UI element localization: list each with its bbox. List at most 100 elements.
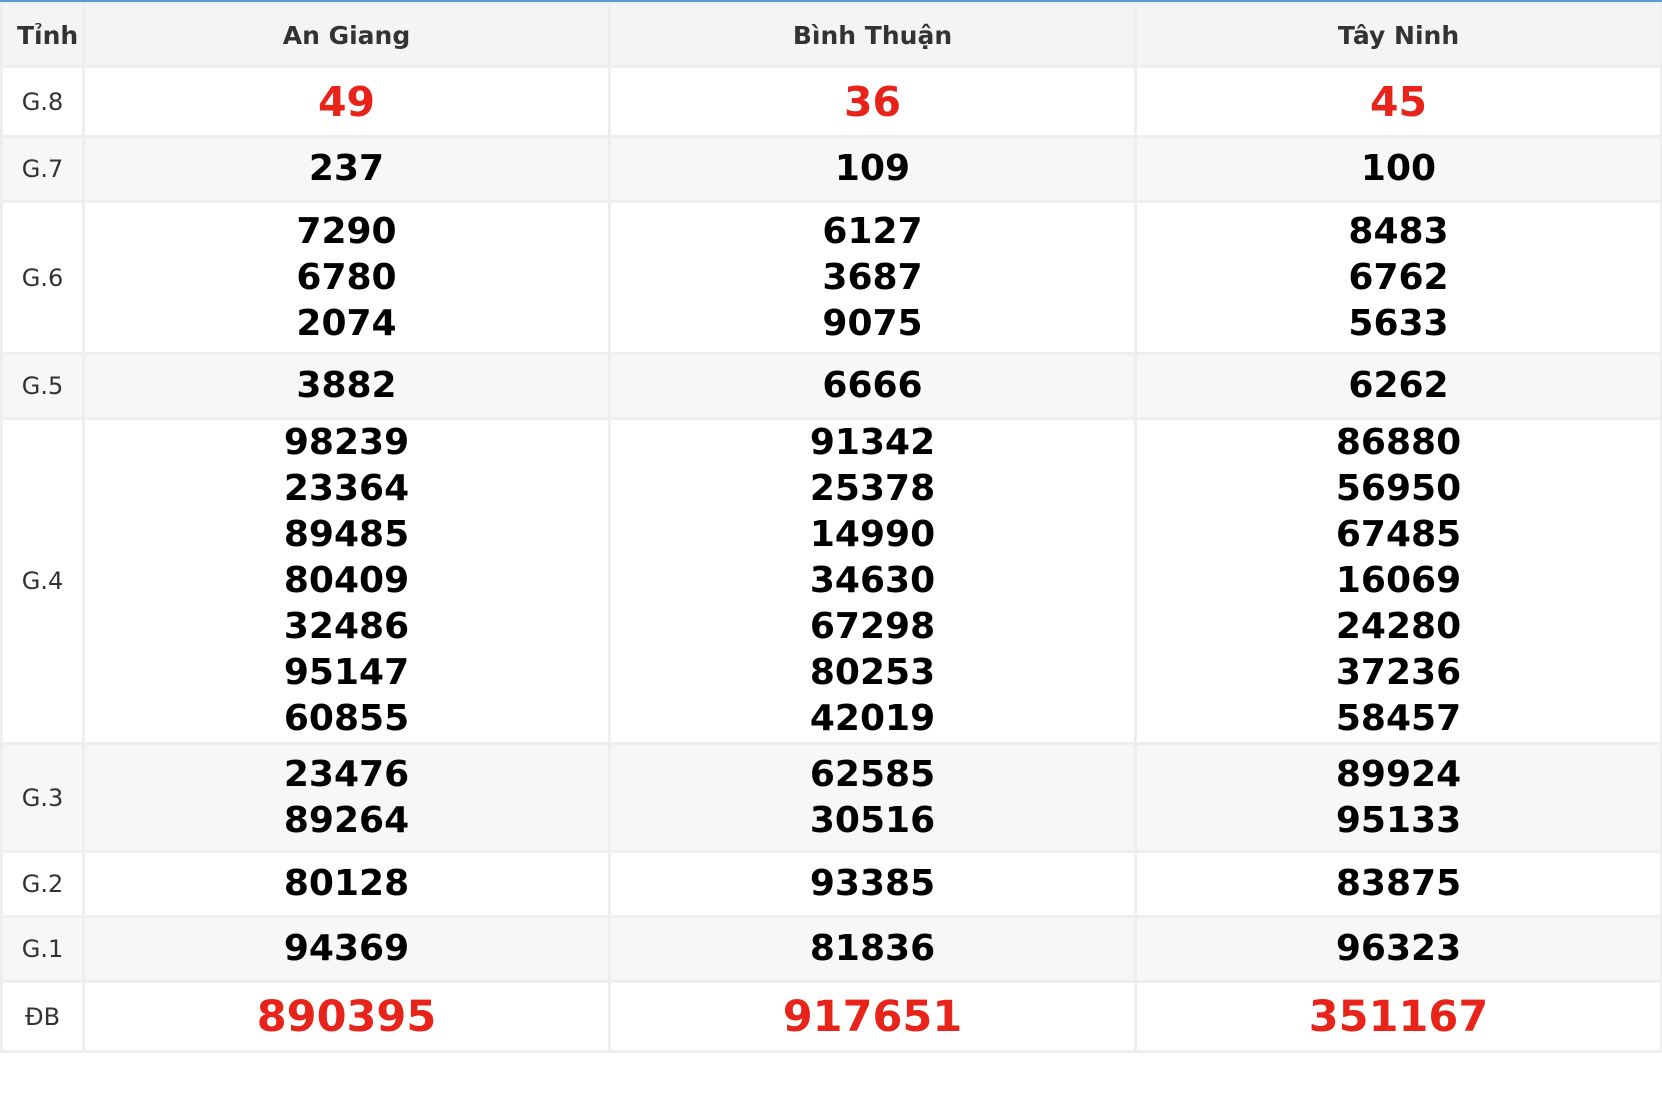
- result-number: 95133: [1335, 799, 1462, 841]
- result-number: 80128: [283, 863, 410, 904]
- result-cell-an-giang: 94369: [82, 915, 611, 983]
- prize-row-g5: G.5 3882 6666 6262: [0, 352, 1662, 420]
- result-number: 8483: [1348, 210, 1449, 252]
- result-cell-tay-ninh: 86880 56950 67485 16069 24280 37236 5845…: [1134, 417, 1662, 745]
- result-number: 37236: [1335, 652, 1462, 693]
- result-cell-binh-thuan: 109: [608, 135, 1137, 203]
- result-cell-an-giang: 237: [82, 135, 611, 203]
- result-cell-binh-thuan: 6127 3687 9075: [608, 200, 1137, 355]
- result-cell-an-giang: 23476 89264: [82, 742, 611, 853]
- result-number: 14990: [809, 514, 936, 555]
- result-number: 98239: [283, 422, 410, 463]
- result-number: 890395: [256, 991, 437, 1042]
- result-number: 89485: [283, 514, 410, 555]
- result-number: 89924: [1335, 753, 1462, 795]
- result-number: 93385: [809, 863, 936, 904]
- result-number: 34630: [809, 560, 936, 601]
- prize-row-g1: G.1 94369 81836 96323: [0, 915, 1662, 983]
- result-number: 67298: [809, 606, 936, 647]
- result-number: 62585: [809, 753, 936, 795]
- header-prize: Tỉnh: [0, 2, 85, 68]
- header-province-an-giang: An Giang: [82, 2, 611, 68]
- result-number: 3687: [822, 256, 923, 298]
- header-province-binh-thuan: Bình Thuận: [608, 2, 1137, 68]
- result-cell-tay-ninh: 96323: [1134, 915, 1662, 983]
- result-number: 5633: [1348, 302, 1449, 344]
- result-cell-binh-thuan: 917651: [608, 980, 1137, 1053]
- result-cell-tay-ninh: 89924 95133: [1134, 742, 1662, 853]
- result-number: 6127: [822, 210, 923, 252]
- result-number: 23364: [283, 468, 410, 509]
- result-number: 45: [1369, 77, 1428, 126]
- result-cell-an-giang: 3882: [82, 352, 611, 420]
- result-cell-an-giang: 7290 6780 2074: [82, 200, 611, 355]
- header-row: Tỉnh An Giang Bình Thuận Tây Ninh: [0, 2, 1662, 68]
- prize-label: G.4: [0, 417, 85, 745]
- result-number: 83875: [1335, 863, 1462, 904]
- prize-row-g8: G.8 49 36 45: [0, 65, 1662, 138]
- result-number: 237: [308, 148, 385, 189]
- lottery-results-table: Tỉnh An Giang Bình Thuận Tây Ninh G.8 49…: [0, 2, 1662, 1053]
- result-number: 6762: [1348, 256, 1449, 298]
- prize-label: ĐB: [0, 980, 85, 1053]
- prize-row-g6: G.6 7290 6780 2074 6127 3687 9075 8483 6…: [0, 200, 1662, 355]
- result-number: 16069: [1335, 560, 1462, 601]
- result-number: 24280: [1335, 606, 1462, 647]
- result-number: 25378: [809, 468, 936, 509]
- prize-label: G.5: [0, 352, 85, 420]
- prize-label: G.3: [0, 742, 85, 853]
- result-number: 32486: [283, 606, 410, 647]
- result-number: 36: [843, 77, 902, 126]
- prize-label: G.7: [0, 135, 85, 203]
- prize-row-g7: G.7 237 109 100: [0, 135, 1662, 203]
- result-cell-tay-ninh: 45: [1134, 65, 1662, 138]
- result-cell-binh-thuan: 6666: [608, 352, 1137, 420]
- prize-label: G.2: [0, 850, 85, 918]
- result-number: 81836: [809, 928, 936, 969]
- prize-row-g3: G.3 23476 89264 62585 30516 89924 95133: [0, 742, 1662, 853]
- result-number: 58457: [1335, 698, 1462, 739]
- result-number: 351167: [1308, 991, 1489, 1042]
- result-cell-tay-ninh: 351167: [1134, 980, 1662, 1053]
- result-number: 917651: [782, 991, 963, 1042]
- result-number: 56950: [1335, 468, 1462, 509]
- result-number: 42019: [809, 698, 936, 739]
- result-number: 100: [1360, 148, 1437, 189]
- prize-label: G.6: [0, 200, 85, 355]
- header-province-tay-ninh: Tây Ninh: [1134, 2, 1662, 68]
- result-number: 86880: [1335, 422, 1462, 463]
- result-number: 23476: [283, 753, 410, 795]
- result-number: 96323: [1335, 928, 1462, 969]
- result-number: 60855: [283, 698, 410, 739]
- prize-row-special: ĐB 890395 917651 351167: [0, 980, 1662, 1053]
- result-number: 6666: [822, 365, 923, 406]
- prize-row-g4: G.4 98239 23364 89485 80409 32486 95147 …: [0, 417, 1662, 745]
- prize-label: G.1: [0, 915, 85, 983]
- result-number: 49: [317, 77, 376, 126]
- result-cell-binh-thuan: 93385: [608, 850, 1137, 918]
- result-cell-tay-ninh: 100: [1134, 135, 1662, 203]
- result-number: 30516: [809, 799, 936, 841]
- result-number: 7290: [296, 210, 397, 252]
- result-number: 80409: [283, 560, 410, 601]
- result-cell-binh-thuan: 36: [608, 65, 1137, 138]
- result-number: 6262: [1348, 365, 1449, 406]
- prize-label: G.8: [0, 65, 85, 138]
- prize-row-g2: G.2 80128 93385 83875: [0, 850, 1662, 918]
- result-number: 9075: [822, 302, 923, 344]
- result-cell-binh-thuan: 62585 30516: [608, 742, 1137, 853]
- result-number: 89264: [283, 799, 410, 841]
- result-number: 95147: [283, 652, 410, 693]
- result-cell-an-giang: 98239 23364 89485 80409 32486 95147 6085…: [82, 417, 611, 745]
- result-number: 109: [834, 148, 911, 189]
- result-number: 91342: [809, 422, 936, 463]
- result-number: 3882: [296, 365, 397, 406]
- result-cell-tay-ninh: 8483 6762 5633: [1134, 200, 1662, 355]
- result-number: 80253: [809, 652, 936, 693]
- result-cell-binh-thuan: 81836: [608, 915, 1137, 983]
- result-number: 6780: [296, 256, 397, 298]
- result-number: 94369: [283, 928, 410, 969]
- result-cell-tay-ninh: 6262: [1134, 352, 1662, 420]
- result-cell-binh-thuan: 91342 25378 14990 34630 67298 80253 4201…: [608, 417, 1137, 745]
- result-cell-tay-ninh: 83875: [1134, 850, 1662, 918]
